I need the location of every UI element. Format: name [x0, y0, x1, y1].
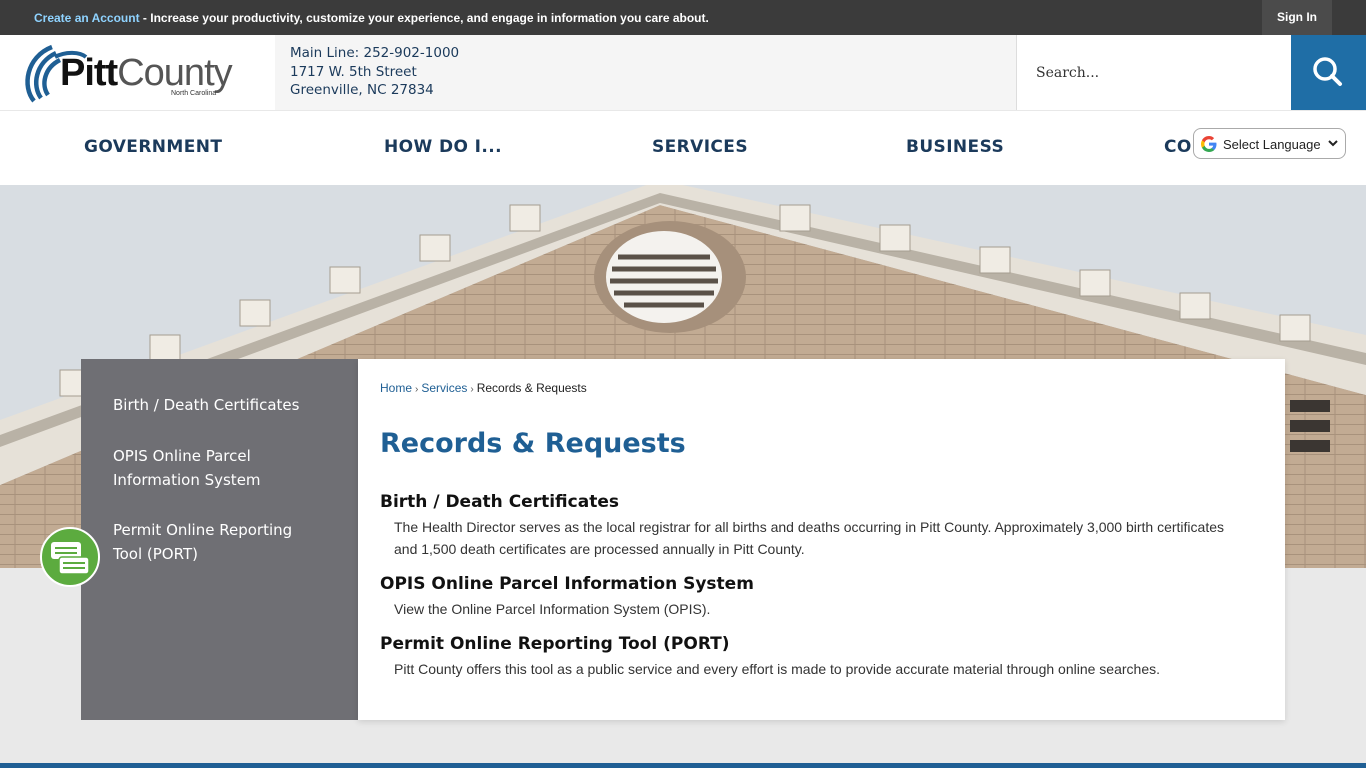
sidebar-item-label: Information System	[113, 470, 261, 489]
chevron-down-icon	[1328, 140, 1338, 147]
sidebar-item-port[interactable]: Permit Online Reporting Tool (PORT)	[113, 519, 292, 566]
section-desc-line: The Health Director serves as the local …	[394, 519, 1225, 535]
language-select[interactable]: Select Language	[1193, 128, 1346, 159]
sidebar-item-label: OPIS Online Parcel	[113, 447, 251, 465]
sidebar-item-label: Tool (PORT)	[113, 544, 198, 563]
city-address: Greenville, NC 27834	[290, 82, 434, 98]
section-title-port[interactable]: Permit Online Reporting Tool (PORT)	[380, 634, 730, 654]
account-message: Create an Account - Increase your produc…	[34, 11, 709, 25]
breadcrumb-services[interactable]: Services	[421, 381, 467, 395]
section-title-birth-death[interactable]: Birth / Death Certificates	[380, 492, 619, 512]
section-desc-line: and 1,500 death certificates are process…	[394, 541, 805, 557]
logo-wordmark: PittCounty	[60, 52, 233, 95]
nav-government[interactable]: GOVERNMENT	[84, 137, 222, 157]
account-message-text: - Increase your productivity, customize …	[139, 11, 709, 25]
top-bar: Create an Account - Increase your produc…	[0, 0, 1366, 35]
sidebar-item-label: Birth / Death Certificates	[113, 396, 300, 414]
breadcrumb-home[interactable]: Home	[380, 381, 412, 395]
language-label: Select Language	[1223, 137, 1321, 152]
nav-how-do-i[interactable]: HOW DO I...	[384, 137, 502, 157]
nav-services[interactable]: SERVICES	[652, 137, 748, 157]
section-desc-port: Pitt County offers this tool as a public…	[394, 658, 1264, 680]
sidebar-item-opis[interactable]: OPIS Online Parcel Information System	[113, 445, 261, 492]
logo[interactable]: PittCounty North Carolina	[0, 35, 275, 110]
sidebar-item-birth-death[interactable]: Birth / Death Certificates	[113, 394, 299, 418]
logo-state: North Carolina	[171, 90, 217, 97]
search-icon	[1313, 57, 1342, 86]
search-button[interactable]	[1291, 35, 1366, 110]
nav-business[interactable]: BUSINESS	[906, 137, 1004, 157]
breadcrumb-separator: ›	[470, 384, 474, 395]
breadcrumb-separator: ›	[415, 384, 419, 395]
section-desc-line: Pitt County offers this tool as a public…	[394, 661, 1160, 677]
google-icon	[1201, 136, 1217, 152]
chat-icon	[51, 542, 90, 575]
section-title-opis[interactable]: OPIS Online Parcel Information System	[380, 574, 754, 594]
sign-in-button[interactable]: Sign In	[1262, 0, 1332, 35]
main-line: Main Line: 252-902-1000	[290, 45, 460, 61]
sidebar-item-label: Permit Online Reporting	[113, 521, 293, 539]
logo-county: County	[117, 52, 232, 94]
contact-info: Main Line: 252-902-1000 1717 W. 5th Stre…	[290, 44, 459, 100]
street-address: 1717 W. 5th Street	[290, 63, 417, 80]
create-account-link[interactable]: Create an Account	[34, 11, 140, 25]
section-desc-line: View the Online Parcel Information Syste…	[394, 601, 711, 617]
page-title: Records & Requests	[380, 428, 686, 459]
section-desc-opis: View the Online Parcel Information Syste…	[394, 598, 1264, 620]
breadcrumb-current: Records & Requests	[476, 381, 587, 395]
footer-bar	[0, 763, 1366, 768]
section-desc-birth-death: The Health Director serves as the local …	[394, 516, 1264, 560]
breadcrumb: Home › Services › Records & Requests	[380, 381, 587, 395]
search-input[interactable]	[1020, 50, 1280, 95]
logo-pitt: Pitt	[60, 52, 118, 94]
nav-community[interactable]: CO	[1164, 137, 1192, 157]
chat-button[interactable]	[40, 527, 100, 587]
